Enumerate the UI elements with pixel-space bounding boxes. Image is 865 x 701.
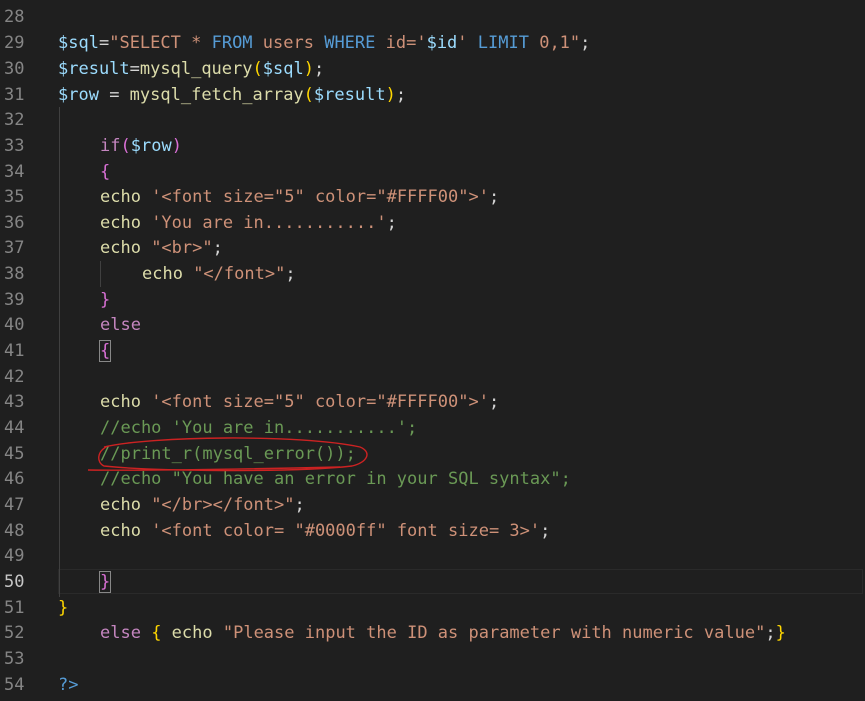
code-line: 40 else xyxy=(0,312,865,338)
line-number: 53 xyxy=(4,648,25,669)
code-text: //echo 'You are in...........'; xyxy=(100,417,418,438)
line-number: 43 xyxy=(4,391,25,412)
code-text: //print_r(mysql_error()); xyxy=(100,443,356,464)
line-number: 45 xyxy=(4,443,25,464)
line-number: 31 xyxy=(4,84,25,105)
code-line: 34 { xyxy=(0,159,865,185)
code-line: 36 echo 'You are in...........'; xyxy=(0,210,865,236)
code-text: } xyxy=(100,289,111,310)
code-line: 49 xyxy=(0,543,865,569)
code-text: //echo "You have an error in your SQL sy… xyxy=(100,468,571,489)
code-text: $result=mysql_query($sql); xyxy=(58,58,325,79)
code-text: echo "<br>"; xyxy=(100,237,223,258)
line-number: 36 xyxy=(4,212,25,233)
line-number: 51 xyxy=(4,597,25,618)
line-number: 52 xyxy=(4,622,25,643)
code-line: 48 echo '<font color= "#0000ff" font siz… xyxy=(0,518,865,544)
line-number: 34 xyxy=(4,161,25,182)
code-text: $sql="SELECT * FROM users WHERE id='$id'… xyxy=(58,32,591,53)
code-line: 53 xyxy=(0,646,865,672)
line-number: 28 xyxy=(4,6,25,27)
code-text: ?> xyxy=(58,674,79,695)
code-line: 41 { xyxy=(0,338,865,364)
code-line: 46 //echo "You have an error in your SQL… xyxy=(0,466,865,492)
line-number: 47 xyxy=(4,494,25,515)
code-line: 30 $result=mysql_query($sql); xyxy=(0,56,865,82)
code-line: 37 echo "<br>"; xyxy=(0,235,865,261)
line-number: 39 xyxy=(4,289,25,310)
matched-bracket: { xyxy=(98,339,112,362)
code-text: echo "</font>"; xyxy=(142,263,296,284)
code-text: else xyxy=(100,314,141,335)
line-number: 30 xyxy=(4,58,25,79)
code-text: else { echo "Please input the ID as para… xyxy=(100,622,786,643)
line-number: 35 xyxy=(4,186,25,207)
code-line: 43 echo '<font size="5" color="#FFFF00">… xyxy=(0,389,865,415)
code-text: echo '<font size="5" color="#FFFF00">'; xyxy=(100,186,500,207)
line-number: 49 xyxy=(4,545,25,566)
code-text: $row = mysql_fetch_array($result); xyxy=(58,84,407,105)
code-text: { xyxy=(100,161,111,182)
code-line-current: 50 } xyxy=(0,569,865,595)
code-line: 33 if($row) xyxy=(0,133,865,159)
code-line: 39 } xyxy=(0,287,865,313)
code-line: 54 ?> xyxy=(0,672,865,698)
line-number: 37 xyxy=(4,237,25,258)
line-number: 33 xyxy=(4,135,25,156)
line-number: 29 xyxy=(4,32,25,53)
code-line: 45 //print_r(mysql_error()); xyxy=(0,441,865,467)
line-number: 38 xyxy=(4,263,25,284)
code-editor[interactable]: 28 29 $sql="SELECT * FROM users WHERE id… xyxy=(0,0,865,701)
code-line: 29 $sql="SELECT * FROM users WHERE id='$… xyxy=(0,30,865,56)
line-number: 54 xyxy=(4,674,25,695)
line-number: 42 xyxy=(4,366,25,387)
code-line: 51 } xyxy=(0,595,865,621)
line-number: 48 xyxy=(4,520,25,541)
line-number: 40 xyxy=(4,314,25,335)
code-text: echo '<font size="5" color="#FFFF00">'; xyxy=(100,391,500,412)
code-text: echo 'You are in...........'; xyxy=(100,212,397,233)
code-text: echo '<font color= "#0000ff" font size= … xyxy=(100,520,551,541)
code-line: 44 //echo 'You are in...........'; xyxy=(0,415,865,441)
code-text: echo "</br></font>"; xyxy=(100,494,305,515)
code-text: { xyxy=(58,339,865,362)
line-number: 41 xyxy=(4,340,25,361)
matched-bracket: } xyxy=(98,570,112,593)
code-line: 28 xyxy=(0,4,865,30)
line-number: 50 xyxy=(4,571,25,592)
code-text: } xyxy=(58,597,69,618)
code-text: if($row) xyxy=(100,135,182,156)
code-line: 52 else { echo "Please input the ID as p… xyxy=(0,620,865,646)
code-line: 38 echo "</font>"; xyxy=(0,261,865,287)
code-line: 31 $row = mysql_fetch_array($result); xyxy=(0,82,865,108)
line-number: 44 xyxy=(4,417,25,438)
code-line: 35 echo '<font size="5" color="#FFFF00">… xyxy=(0,184,865,210)
code-line: 42 xyxy=(0,364,865,390)
line-number: 46 xyxy=(4,468,25,489)
line-number: 32 xyxy=(4,109,25,130)
code-text: } xyxy=(58,570,865,593)
code-line: 47 echo "</br></font>"; xyxy=(0,492,865,518)
code-line: 32 xyxy=(0,107,865,133)
